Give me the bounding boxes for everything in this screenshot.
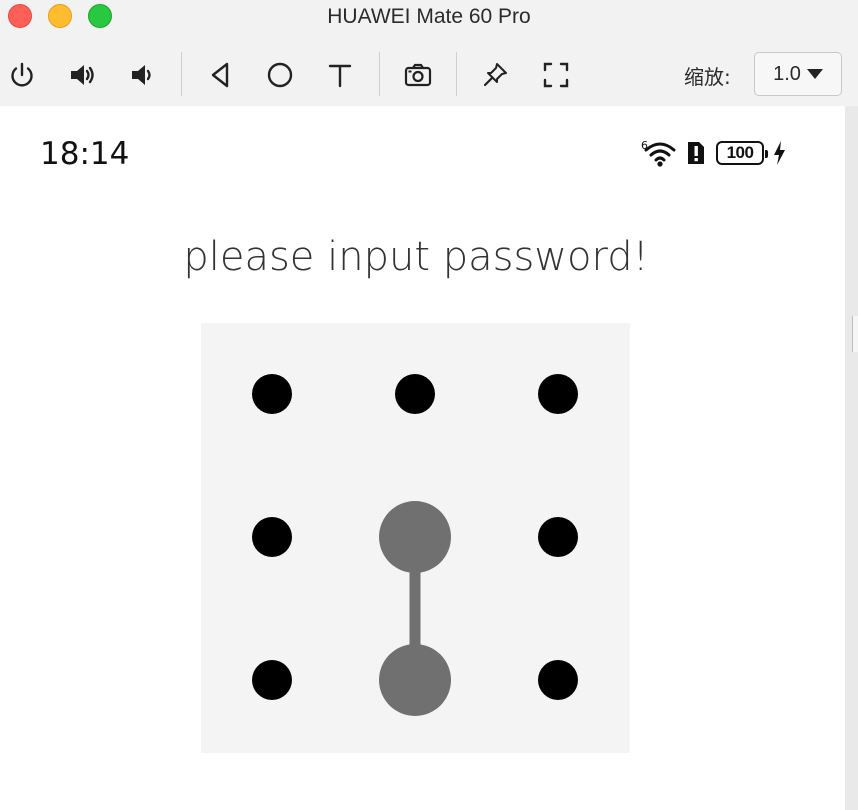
chevron-down-icon	[806, 69, 823, 79]
volume-down-button[interactable]	[123, 56, 161, 94]
pattern-lock-pad[interactable]	[201, 323, 630, 753]
text-input-icon	[328, 64, 352, 88]
pattern-dot[interactable]	[252, 374, 292, 414]
pattern-lock-canvas[interactable]	[201, 323, 630, 753]
battery-level: 100	[726, 143, 754, 162]
fullscreen-icon	[543, 62, 569, 88]
power-button[interactable]	[3, 56, 41, 94]
zoom-label: 缩放:	[684, 65, 731, 89]
pattern-dot[interactable]	[538, 374, 578, 414]
status-time: 18:14	[40, 136, 130, 172]
screenshot-button[interactable]	[399, 56, 437, 94]
volume-up-button[interactable]	[63, 56, 101, 94]
text-input-button[interactable]	[321, 56, 359, 94]
status-icons: 6 100	[640, 136, 786, 170]
toolbar-separator	[379, 52, 380, 96]
zoom-value: 1.0	[773, 62, 801, 85]
password-prompt: please input password!	[183, 234, 649, 280]
power-icon	[11, 62, 33, 87]
pattern-dot[interactable]	[538, 517, 578, 557]
pattern-dot-selected[interactable]	[379, 644, 451, 716]
battery-icon: 100	[716, 141, 768, 165]
screenshot-camera-icon	[404, 63, 432, 87]
pattern-dot[interactable]	[538, 660, 578, 700]
charging-bolt-icon	[772, 140, 786, 166]
pin-icon	[483, 63, 507, 87]
window-titlebar: HUAWEI Mate 60 Pro 缩放: 1.0	[0, 0, 858, 106]
volume-down-icon	[132, 65, 151, 85]
back-button[interactable]	[201, 56, 239, 94]
volume-up-icon	[71, 65, 94, 85]
pattern-dot[interactable]	[395, 374, 435, 414]
home-circle-icon	[267, 62, 293, 88]
device-screen: 18:14 6 100 please input password!	[0, 106, 845, 810]
emulator-toolbar: 缩放: 1.0	[0, 50, 858, 100]
fullscreen-button[interactable]	[537, 56, 575, 94]
window-title: HUAWEI Mate 60 Pro	[327, 5, 531, 28]
pin-button[interactable]	[476, 56, 514, 94]
sim-alert-icon	[686, 140, 706, 166]
back-triangle-icon	[211, 62, 229, 88]
pattern-dot-selected[interactable]	[379, 501, 451, 573]
home-button[interactable]	[261, 56, 299, 94]
window-edge	[845, 106, 858, 810]
wifi-icon: 6	[640, 138, 680, 168]
background-window-fragment	[852, 316, 858, 352]
toolbar-separator	[456, 52, 457, 96]
zoom-dropdown[interactable]: 1.0	[754, 52, 842, 96]
toolbar-separator	[181, 52, 182, 96]
pattern-dot[interactable]	[252, 517, 292, 557]
pattern-dot[interactable]	[252, 660, 292, 700]
